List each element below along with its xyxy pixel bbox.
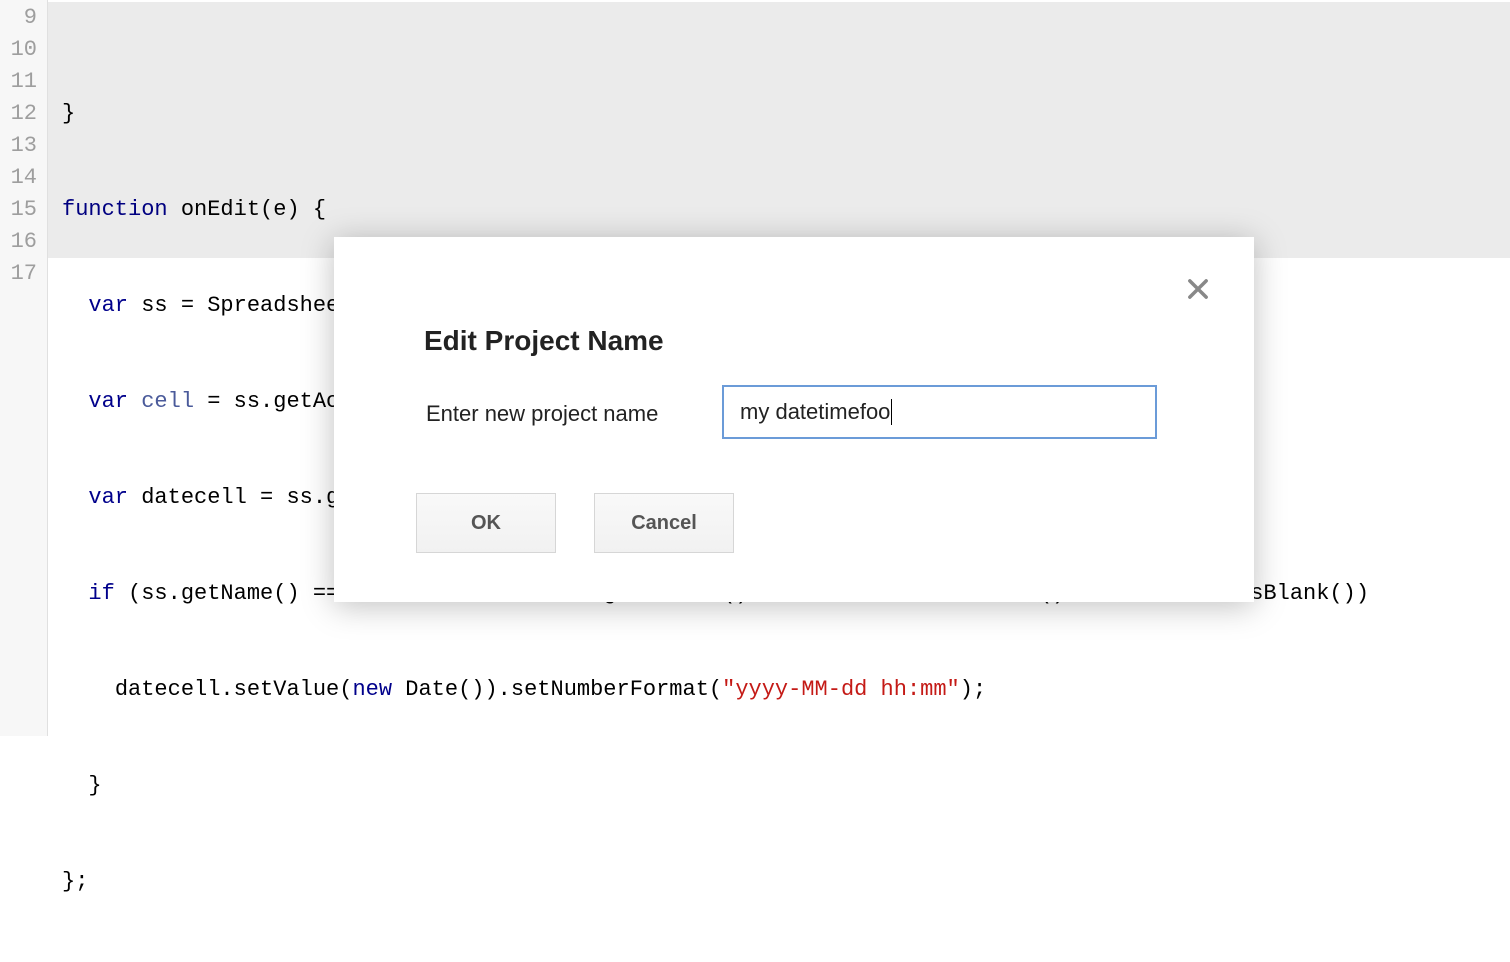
close-icon[interactable]: [1184, 275, 1212, 303]
line-number: 10: [0, 34, 37, 66]
line-number: 14: [0, 162, 37, 194]
cancel-button[interactable]: Cancel: [594, 493, 734, 553]
line-gutter: 9 10 11 12 13 14 15 16 17: [0, 0, 48, 736]
dialog-title: Edit Project Name: [424, 325, 664, 357]
line-number: 16: [0, 226, 37, 258]
project-name-label: Enter new project name: [426, 401, 658, 427]
line-number: 12: [0, 98, 37, 130]
code-line: };: [62, 866, 1510, 898]
line-number: 9: [0, 2, 37, 34]
project-name-input[interactable]: my datetimefoo: [722, 385, 1157, 439]
line-number: 15: [0, 194, 37, 226]
line-number: 13: [0, 130, 37, 162]
code-line: }: [62, 770, 1510, 802]
code-line: }: [62, 98, 1510, 130]
text-caret: [891, 399, 892, 425]
code-line: datecell.setValue(new Date()).setNumberF…: [62, 674, 1510, 706]
ok-button[interactable]: OK: [416, 493, 556, 553]
code-line: function onEdit(e) {: [62, 194, 1510, 226]
edit-project-name-dialog: Edit Project Name Enter new project name…: [334, 237, 1254, 602]
line-number: 11: [0, 66, 37, 98]
input-text: my datetimefoo: [740, 399, 890, 425]
line-number: 17: [0, 258, 37, 290]
